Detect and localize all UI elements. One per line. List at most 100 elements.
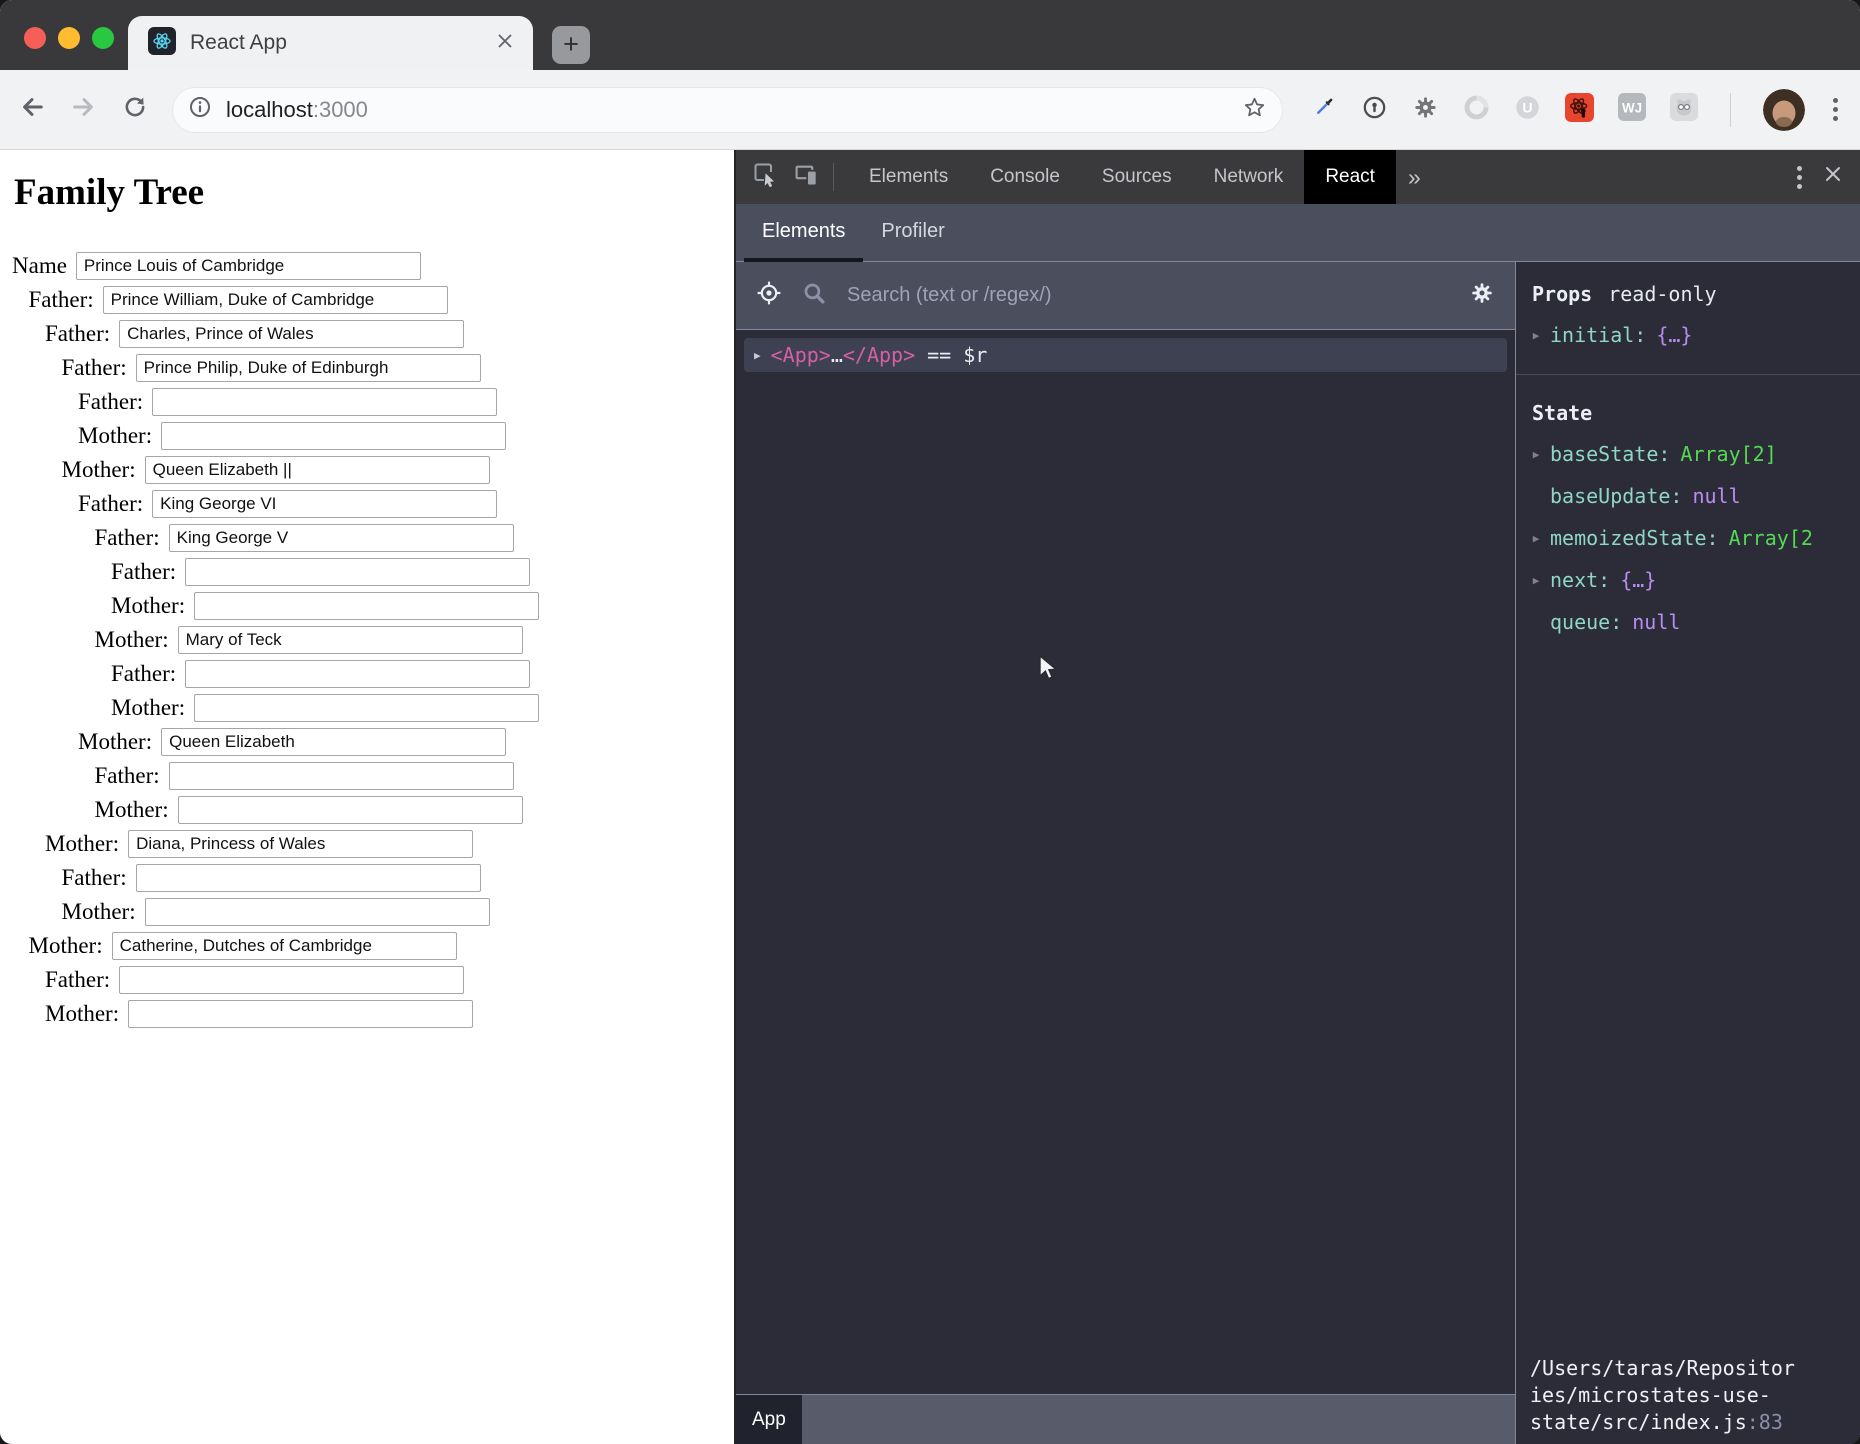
extensions-row: U WJ — [1311, 89, 1842, 131]
field-label: Father: — [78, 491, 143, 517]
person-input[interactable] — [112, 932, 457, 960]
person-input[interactable] — [194, 592, 539, 620]
react-devtools-subtabs: ElementsProfiler — [736, 204, 1860, 262]
person-input[interactable] — [161, 422, 506, 450]
kv-row[interactable]: ▶baseState:Array[2] — [1522, 433, 1860, 475]
person-input[interactable] — [178, 796, 523, 824]
field-label: Father: — [111, 661, 176, 687]
u-extension-icon[interactable]: U — [1514, 94, 1541, 126]
bookmark-star-icon[interactable] — [1242, 95, 1267, 125]
ember-extension-icon[interactable] — [1670, 93, 1698, 126]
person-input[interactable] — [119, 320, 464, 348]
family-row: Father: — [0, 388, 734, 416]
person-input[interactable] — [76, 252, 421, 280]
person-input[interactable] — [103, 286, 448, 314]
props-state-pane: Props read-only ▶initial:{…} State ▶base… — [1515, 262, 1860, 1444]
family-form: NameFather:Father:Father:Father:Mother:M… — [0, 252, 734, 1028]
select-element-target-icon[interactable] — [756, 280, 782, 311]
field-label: Father: — [45, 967, 110, 993]
eyedropper-icon[interactable] — [1311, 94, 1337, 125]
family-row: Father: — [0, 490, 734, 518]
minimize-window-button[interactable] — [58, 27, 80, 49]
state-header: State — [1516, 381, 1860, 429]
tree-row-app[interactable]: ▶<App>…</App>== $r — [744, 338, 1507, 372]
person-input[interactable] — [169, 524, 514, 552]
close-window-button[interactable] — [24, 27, 46, 49]
expander-icon[interactable]: ▶ — [1522, 448, 1550, 461]
field-label: Mother: — [29, 933, 103, 959]
person-input[interactable] — [136, 354, 481, 382]
person-input[interactable] — [185, 660, 530, 688]
profile-avatar[interactable] — [1763, 89, 1805, 131]
kv-row: baseUpdate:null — [1522, 475, 1860, 517]
person-input[interactable] — [145, 898, 490, 926]
expander-icon[interactable]: ▶ — [754, 349, 761, 362]
family-row: Father: — [0, 286, 734, 314]
devtools-menu-icon[interactable] — [1793, 162, 1806, 193]
kv-key: initial: — [1550, 323, 1646, 347]
kv-row[interactable]: ▶memoizedState:Array[2 — [1522, 517, 1860, 559]
devtools-tab-console[interactable]: Console — [969, 150, 1081, 204]
kv-row[interactable]: ▶next:{…} — [1522, 559, 1860, 601]
url-text[interactable]: localhost:3000 — [226, 97, 1228, 123]
settings-gear-icon[interactable] — [1469, 280, 1495, 311]
devtools-tabbar: ElementsConsoleSourcesNetworkReact » — [736, 150, 1860, 204]
browser-tab[interactable]: React App — [128, 16, 533, 70]
field-label: Mother: — [95, 627, 169, 653]
family-row: Mother: — [0, 422, 734, 450]
url-bar[interactable]: localhost:3000 — [172, 87, 1283, 133]
family-row: Mother: — [0, 796, 734, 824]
person-input[interactable] — [178, 626, 523, 654]
family-row: Mother: — [0, 626, 734, 654]
kv-row[interactable]: ▶initial:{…} — [1522, 314, 1860, 356]
person-input[interactable] — [161, 728, 506, 756]
person-input[interactable] — [152, 388, 497, 416]
react-subtab-elements[interactable]: Elements — [744, 203, 863, 261]
devtools-close-icon[interactable] — [1824, 165, 1842, 189]
reload-icon[interactable] — [122, 94, 148, 125]
devtools-tab-sources[interactable]: Sources — [1081, 150, 1193, 204]
back-icon[interactable] — [18, 93, 46, 126]
person-input[interactable] — [185, 558, 530, 586]
section-divider — [1516, 374, 1860, 375]
person-input[interactable] — [194, 694, 539, 722]
field-label: Father: — [62, 865, 127, 891]
window-content: Family Tree NameFather:Father:Father:Fat… — [0, 150, 1860, 1444]
new-tab-button[interactable]: + — [552, 26, 590, 64]
person-input[interactable] — [128, 830, 473, 858]
open-tag: <App> — [771, 343, 831, 367]
react-search-input[interactable] — [847, 284, 1449, 307]
inspect-element-icon[interactable] — [752, 161, 778, 193]
person-input[interactable] — [136, 864, 481, 892]
person-input[interactable] — [119, 966, 464, 994]
devtools-tab-network[interactable]: Network — [1193, 150, 1305, 204]
zoom-window-button[interactable] — [92, 27, 114, 49]
more-tabs-chevron[interactable]: » — [1396, 164, 1433, 191]
devtools-tab-react[interactable]: React — [1304, 150, 1396, 204]
site-info-icon[interactable] — [188, 95, 212, 124]
devtools-tab-elements[interactable]: Elements — [848, 150, 969, 204]
browser-menu-icon[interactable] — [1829, 94, 1842, 125]
family-row: Father: — [0, 558, 734, 586]
expander-icon[interactable]: ▶ — [1522, 574, 1550, 587]
swirl-extension-icon[interactable] — [1463, 94, 1490, 126]
devtools-tabs: ElementsConsoleSourcesNetworkReact — [848, 150, 1396, 204]
tab-close-icon[interactable] — [497, 33, 513, 54]
wj-extension-icon[interactable]: WJ — [1618, 93, 1646, 126]
person-input[interactable] — [152, 490, 497, 518]
page-title: Family Tree — [14, 172, 734, 214]
device-toolbar-icon[interactable] — [794, 162, 819, 193]
react-subtab-profiler[interactable]: Profiler — [863, 203, 962, 261]
password-manager-icon[interactable] — [1361, 94, 1388, 126]
breadcrumb-app[interactable]: App — [736, 1395, 802, 1444]
expander-icon[interactable]: ▶ — [1522, 329, 1550, 342]
react-devtools-extension-icon[interactable] — [1565, 93, 1594, 127]
person-input[interactable] — [169, 762, 514, 790]
forward-icon[interactable] — [70, 93, 98, 126]
person-input[interactable] — [128, 1000, 473, 1028]
person-input[interactable] — [145, 456, 490, 484]
gear-extension-icon[interactable] — [1412, 94, 1439, 126]
props-readonly-badge: read-only — [1608, 282, 1716, 306]
props-title: Props — [1532, 282, 1592, 306]
expander-icon[interactable]: ▶ — [1522, 532, 1550, 545]
